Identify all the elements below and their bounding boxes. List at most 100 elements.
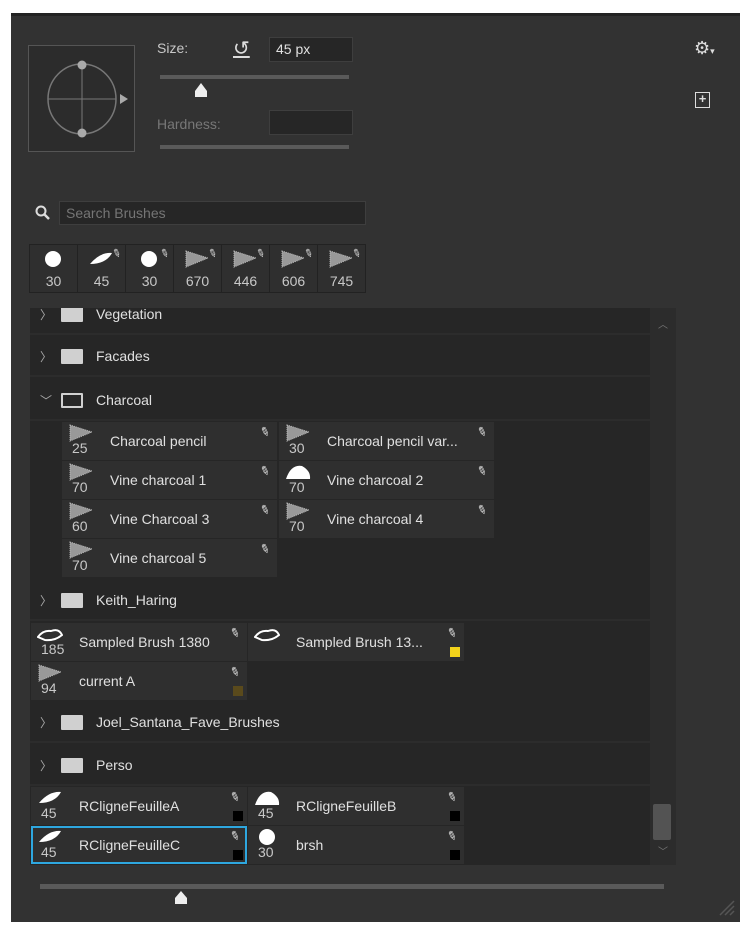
folder-open-icon [61, 393, 83, 408]
folder-icon [61, 758, 83, 773]
recent-brush[interactable]: ✎ 446 [221, 244, 270, 293]
folder-icon [61, 349, 83, 364]
brush-tool-icon: ✎ [257, 540, 273, 558]
brush-size: 30 [141, 273, 158, 289]
brush-name: Sampled Brush 1380 [79, 634, 210, 650]
brush-tip-icon [184, 250, 210, 273]
size-slider-track[interactable] [160, 75, 349, 79]
preview-size-slider-track[interactable] [40, 884, 664, 889]
scrollbar-thumb[interactable] [653, 804, 671, 840]
recent-brushes-bar: 30 ✎ 45 ✎ 30 ✎ 670 ✎ 446 ✎ 606 ✎ 745 [29, 244, 367, 294]
brush-name: Vine charcoal 5 [110, 550, 207, 566]
chevron-down-icon[interactable]: ﹀ [40, 392, 52, 409]
recent-brush[interactable]: ✎ 30 [125, 244, 174, 293]
brush-item[interactable]: 45 RCligneFeuilleA ✎ [31, 787, 247, 825]
hardness-field[interactable] [269, 110, 353, 135]
brush-tool-icon: ✎ [444, 624, 460, 642]
brush-item[interactable]: 70 Vine charcoal 1 ✎ [62, 461, 277, 499]
chevron-right-icon[interactable]: 〉 [40, 757, 52, 774]
gear-menu-icon[interactable]: ⚙▾ [694, 38, 715, 59]
brush-size: 446 [233, 273, 258, 289]
new-brush-icon[interactable]: + [695, 92, 710, 108]
folder-charcoal[interactable]: ﹀ Charcoal [30, 380, 650, 421]
brush-tool-icon: ✎ [301, 246, 315, 262]
brush-angle-roundness-widget[interactable] [28, 45, 135, 152]
size-field[interactable]: 45 px [269, 37, 353, 62]
folder-name: Facades [96, 348, 150, 364]
folder-icon [61, 308, 83, 322]
brush-item[interactable]: 45 RCligneFeuilleB ✎ [248, 787, 464, 825]
brush-item[interactable]: 30 brsh ✎ [248, 826, 464, 864]
color-swatch [450, 850, 460, 860]
brush-tool-icon: ✎ [257, 501, 273, 519]
color-swatch [233, 686, 243, 696]
brush-name: Vine charcoal 1 [110, 472, 207, 488]
brush-item[interactable]: 45 RCligneFeuilleC ✎ [31, 826, 247, 864]
brush-size: 30 [45, 273, 62, 289]
recent-brush[interactable]: ✎ 745 [317, 244, 366, 293]
folder-keith[interactable]: 〉 Keith_Haring [30, 580, 650, 621]
chevron-right-icon[interactable]: 〉 [40, 348, 52, 365]
brush-item[interactable]: 70 Vine charcoal 2 ✎ [279, 461, 494, 499]
size-label: Size: [157, 40, 189, 56]
recent-brush[interactable]: ✎ 45 [77, 244, 126, 293]
brush-size: 94 [41, 680, 57, 696]
brush-tool-icon: ✎ [474, 462, 490, 480]
brush-tip-icon [280, 250, 306, 273]
recent-brush[interactable]: ✎ 670 [173, 244, 222, 293]
brush-item[interactable]: 25 Charcoal pencil ✎ [62, 422, 277, 460]
brush-name: brsh [296, 837, 324, 853]
brush-list: 〉 Vegetation 〉 Facades ﹀ Charcoal 25 Charcoal p… [30, 308, 676, 865]
folder-name: Keith_Haring [96, 592, 177, 608]
folder-facades[interactable]: 〉 Facades [30, 336, 650, 377]
brush-tool-icon: ✎ [157, 246, 171, 262]
brush-tool-icon: ✎ [205, 246, 219, 262]
recent-brush[interactable]: 30 [29, 244, 78, 293]
brush-size: 25 [72, 440, 88, 456]
brush-tool-icon: ✎ [474, 423, 490, 441]
scroll-down-icon[interactable]: ﹀ [658, 843, 668, 858]
color-swatch [450, 647, 460, 657]
brush-tool-icon: ✎ [227, 788, 243, 806]
folder-vegetation[interactable]: 〉 Vegetation [30, 308, 650, 335]
brush-item[interactable]: 30 Charcoal pencil var... ✎ [279, 422, 494, 460]
brush-name: RCligneFeuilleA [79, 798, 180, 814]
brush-tool-icon: ✎ [349, 246, 363, 262]
folder-joel[interactable]: 〉 Joel_Santana_Fave_Brushes [30, 702, 650, 743]
brush-tool-icon: ✎ [227, 624, 243, 642]
brush-item[interactable]: Sampled Brush 13... ✎ [248, 623, 464, 661]
brush-item[interactable]: 70 Vine charcoal 4 ✎ [279, 500, 494, 538]
brush-item[interactable]: 185 Sampled Brush 1380 ✎ [31, 623, 247, 661]
brush-item[interactable]: 60 Vine Charcoal 3 ✎ [62, 500, 277, 538]
hardness-slider-track[interactable] [160, 145, 349, 149]
brush-item[interactable]: 70 Vine charcoal 5 ✎ [62, 539, 277, 577]
folder-name: Charcoal [96, 392, 153, 408]
folder-name: Joel_Santana_Fave_Brushes [96, 714, 280, 730]
brush-size: 745 [329, 273, 354, 289]
brush-name: RCligneFeuilleB [296, 798, 397, 814]
brush-name: Vine charcoal 4 [327, 511, 424, 527]
brush-item[interactable]: 94 current A ✎ [31, 662, 247, 700]
brush-tool-icon: ✎ [444, 827, 460, 845]
brush-size: 670 [185, 273, 210, 289]
recent-brush[interactable]: ✎ 606 [269, 244, 318, 293]
brush-size: 45 [93, 273, 110, 289]
folder-perso[interactable]: 〉 Perso [30, 745, 650, 786]
resize-grip-icon[interactable] [716, 897, 736, 917]
reset-size-icon[interactable]: ↺ [233, 36, 250, 61]
chevron-right-icon[interactable]: 〉 [40, 714, 52, 731]
folder-name: Vegetation [96, 308, 163, 322]
size-slider-thumb[interactable] [194, 82, 208, 98]
scroll-up-icon[interactable]: ︿ [658, 316, 668, 331]
scrollbar[interactable]: ︿ ﹀ [650, 308, 676, 865]
search-brushes-input[interactable] [59, 201, 366, 225]
preview-size-slider-thumb[interactable] [174, 891, 188, 905]
brush-tip-icon [40, 250, 66, 273]
brush-name: Vine Charcoal 3 [110, 511, 210, 527]
brush-size: 70 [72, 479, 88, 495]
brush-tool-icon: ✎ [474, 501, 490, 519]
brush-name: Charcoal pencil var... [327, 433, 458, 449]
chevron-right-icon[interactable]: 〉 [40, 308, 52, 323]
chevron-right-icon[interactable]: 〉 [40, 592, 52, 609]
brush-tip-icon [232, 250, 258, 273]
